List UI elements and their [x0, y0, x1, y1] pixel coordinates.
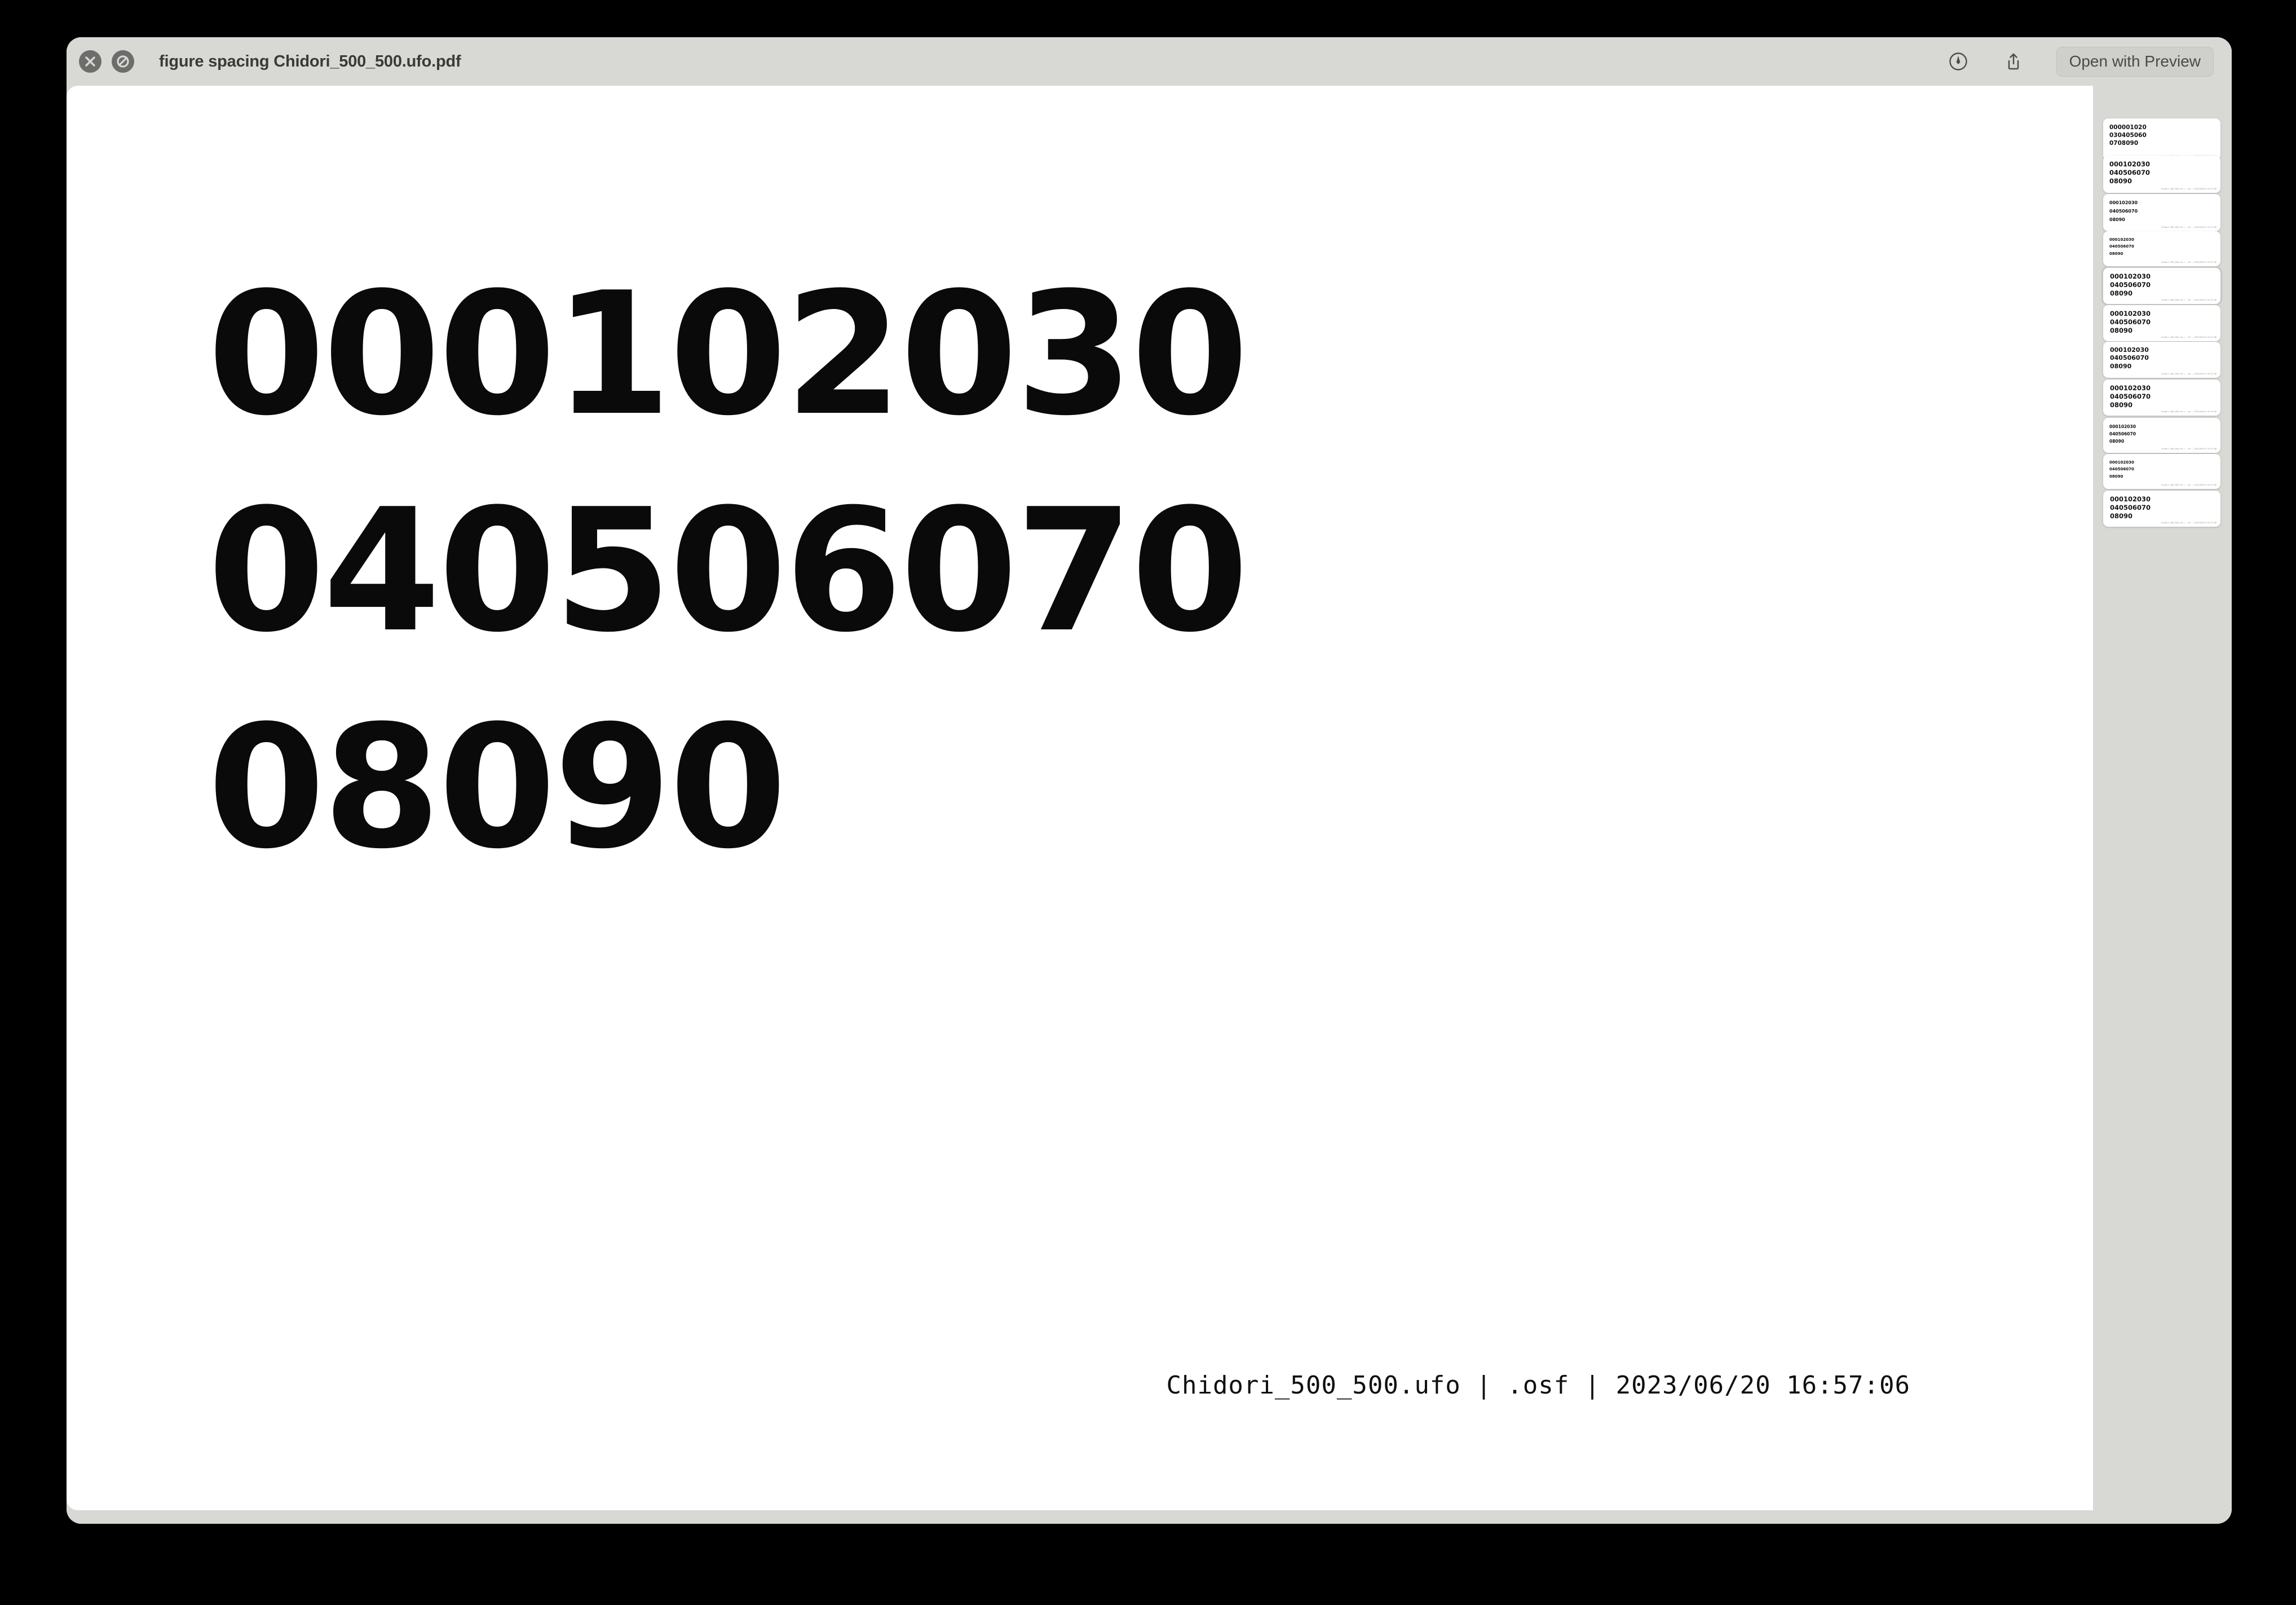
- thumbnail-footer-text: Chidori_500_500.ufo | .osf | 2023/06/20 …: [2161, 484, 2216, 486]
- thumbnail-footer-text: Chidori_500_500.ufo | .osf | 2023/06/20 …: [2161, 448, 2216, 450]
- share-icon[interactable]: [2001, 49, 2026, 74]
- thumbnail-body-text: 000102030 040506070 08090: [2109, 424, 2136, 444]
- thumbnail-page-8[interactable]: 000102030 040506070 08090 Chidori_500_500…: [2103, 380, 2220, 416]
- thumbnail-footer-text: Chidori_500_500.ufo | .osf | 2023/06/20 …: [2161, 299, 2216, 301]
- thumbnail-body-text: 000102030 040506070 08090: [2110, 310, 2151, 334]
- quicklook-window: figure spacing Chidori_500_500.ufo.pdf O…: [67, 37, 2232, 1524]
- thumbnail-footer-text: Chidori_500_500.ufo | .osf | 2023/06/20 …: [2161, 411, 2216, 413]
- thumbnail-page-6[interactable]: 000102030 040506070 08090 Chidori_500_500…: [2103, 305, 2220, 341]
- quicklook-body: 000102030 040506070 08090 Chidori_500_50…: [67, 86, 2232, 1524]
- thumbnail-footer-text: Chidori_500_500.ufo | .osf | 2023/06/20 …: [2161, 226, 2216, 228]
- thumbnail-body-text: 000001020 030405060 0708090: [2109, 124, 2147, 147]
- document-footer-text: Chidori_500_500.ufo | .osf | 2023/06/20 …: [1166, 1371, 1910, 1400]
- thumbnail-body-text: 000102030 040506070 08090: [2109, 200, 2138, 222]
- thumbnail-page-1[interactable]: 000001020 030405060 0708090Chidori_500_5…: [2103, 118, 2220, 160]
- thumbnail-sidebar[interactable]: 000001020 030405060 0708090 Chidori_500_5…: [2093, 86, 2232, 1510]
- thumbnail-page-10[interactable]: 000102030 040506070 08090 Chidori_500_500…: [2103, 454, 2220, 489]
- thumbnail-body-text: 000102030 040506070 08090: [2109, 460, 2134, 479]
- thumbnail-page-2[interactable]: 000102030 040506070 08090 Chidori_500_500…: [2103, 156, 2220, 193]
- titlebar-actions: Open with Preview: [1946, 46, 2218, 77]
- thumbnail-body-text: 000102030 040506070 08090: [2110, 272, 2151, 297]
- thumbnail-page-4[interactable]: 000102030 040506070 08090 Chidori_500_500…: [2103, 231, 2220, 266]
- document-page[interactable]: 000102030 040506070 08090 Chidori_500_50…: [67, 86, 2093, 1510]
- document-body-text: 000102030 040506070 08090: [207, 256, 1249, 886]
- thumbnail-footer-text: Chidori_500_500.ufo | .osf | 2023/06/20 …: [2161, 336, 2216, 338]
- thumbnail-page-7[interactable]: 000102030 040506070 08090 Chidori_500_500…: [2103, 342, 2220, 378]
- thumbnail-page-11[interactable]: 000102030 040506070 08090 Chidori_500_500…: [2103, 491, 2220, 527]
- thumbnail-page-5[interactable]: 000102030 040506070 08090 Chidori_500_500…: [2103, 268, 2220, 304]
- thumbnail-body-text: 000102030 040506070 08090: [2109, 160, 2151, 185]
- markup-pen-icon[interactable]: [1946, 49, 1971, 74]
- fullscreen-disabled-icon[interactable]: [112, 50, 134, 73]
- thumbnail-footer-text: Chidori_500_500.ufo | .osf | 2023/06/20 …: [2161, 373, 2216, 375]
- thumbnail-body-text: 000102030 040506070 08090: [2110, 384, 2151, 409]
- thumbnail-body-text: 000102030 040506070 08090: [2110, 346, 2149, 370]
- thumbnail-body-text: 000102030 040506070 08090: [2109, 237, 2134, 256]
- open-with-preview-button[interactable]: Open with Preview: [2056, 46, 2214, 77]
- window-titlebar: figure spacing Chidori_500_500.ufo.pdf O…: [67, 37, 2232, 86]
- thumbnail-page-9[interactable]: 000102030 040506070 08090 Chidori_500_500…: [2103, 418, 2220, 453]
- thumbnail-footer-text: Chidori_500_500.ufo | .osf | 2023/06/20 …: [2161, 522, 2216, 524]
- close-icon[interactable]: [79, 50, 101, 73]
- window-title: figure spacing Chidori_500_500.ufo.pdf: [159, 52, 461, 70]
- thumbnail-body-text: 000102030 040506070 08090: [2110, 495, 2151, 520]
- thumbnail-page-3[interactable]: 000102030 040506070 08090 Chidori_500_500…: [2103, 194, 2220, 231]
- thumbnail-footer-text: Chidori_500_500.ufo | .osf | 2023/06/20 …: [2161, 188, 2216, 190]
- thumbnail-footer-text: Chidori_500_500.ufo | .osf | 2023/06/20 …: [2161, 261, 2216, 263]
